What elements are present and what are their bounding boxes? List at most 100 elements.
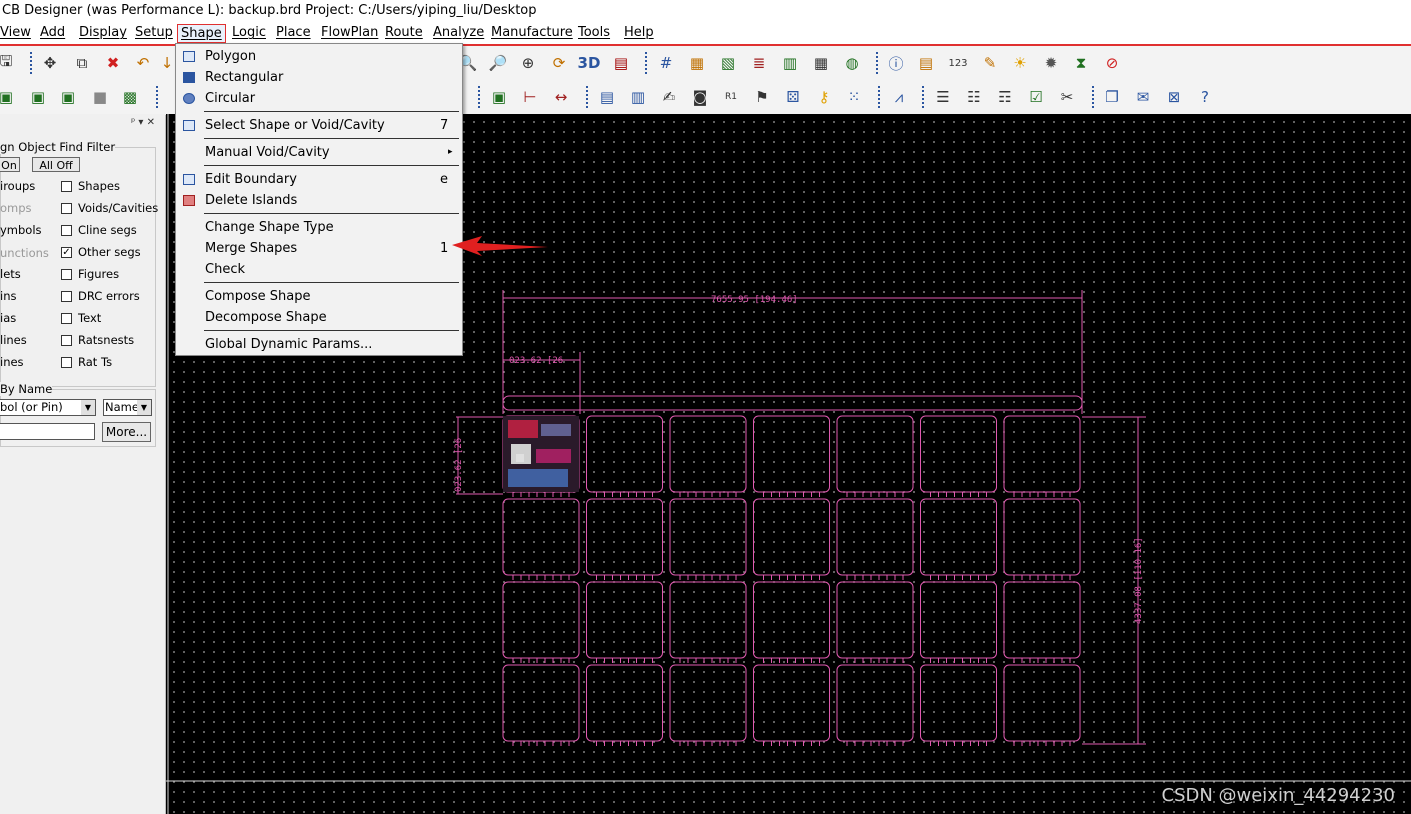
filter-rat-ts-label[interactable]: Rat Ts bbox=[78, 355, 112, 369]
cline-segs-checkbox[interactable] bbox=[61, 225, 72, 236]
filter-clines-label[interactable]: lines bbox=[0, 333, 27, 347]
voids-checkbox[interactable] bbox=[61, 203, 72, 214]
flag-icon[interactable]: ⚑ bbox=[750, 85, 774, 109]
name-mode-select[interactable]: Name ▼ bbox=[103, 399, 152, 416]
board-icon[interactable]: ▣ bbox=[0, 85, 18, 109]
menu-check[interactable]: Check bbox=[176, 259, 462, 280]
window-icon[interactable]: ❐ bbox=[1100, 85, 1124, 109]
brush-icon[interactable]: ✎ bbox=[978, 51, 1002, 75]
report-icon[interactable]: ▤ bbox=[914, 51, 938, 75]
filter-ratsnests-label[interactable]: Ratsnests bbox=[78, 333, 134, 347]
menu-shape[interactable]: Shape bbox=[177, 24, 226, 43]
dimension-h-icon[interactable]: ↔ bbox=[549, 85, 573, 109]
copy-icon[interactable]: ⧉ bbox=[70, 51, 94, 75]
filter-other-segs-label[interactable]: Other segs bbox=[78, 245, 141, 259]
signal-icon[interactable]: ⩘ bbox=[887, 85, 911, 109]
all-off-button[interactable]: All Off bbox=[32, 157, 80, 172]
array-icon[interactable]: ⁙ bbox=[842, 85, 866, 109]
menu-manual-void[interactable]: Manual Void/Cavity ▸ bbox=[176, 142, 462, 163]
menu-merge-shapes[interactable]: Merge Shapes 1 bbox=[176, 238, 462, 259]
3d-view-icon[interactable]: 3D bbox=[577, 51, 601, 75]
sun-icon[interactable]: ☀ bbox=[1008, 51, 1032, 75]
filter-comps-label[interactable]: omps bbox=[0, 201, 32, 215]
checklist-3-icon[interactable]: ☶ bbox=[993, 85, 1017, 109]
verify-icon[interactable]: ☑ bbox=[1024, 85, 1048, 109]
menu-flowplan[interactable]: FlowPlan bbox=[318, 24, 381, 41]
menu-circular[interactable]: Circular bbox=[176, 88, 462, 109]
stop-icon[interactable]: ⊘ bbox=[1100, 51, 1124, 75]
refresh-icon[interactable]: ⟳ bbox=[547, 51, 571, 75]
script-icon[interactable]: ✍ bbox=[657, 85, 681, 109]
menu-polygon[interactable]: Polygon bbox=[176, 46, 462, 67]
zoom-out-icon[interactable]: ⊕ bbox=[516, 51, 540, 75]
move-icon[interactable]: ✥ bbox=[38, 51, 62, 75]
checklist-2-icon[interactable]: ☷ bbox=[962, 85, 986, 109]
filter-symbols-label[interactable]: ymbols bbox=[0, 223, 42, 237]
odb-icon[interactable]: ▤ bbox=[595, 85, 619, 109]
key-icon[interactable]: ⚷ bbox=[812, 85, 836, 109]
dfa-icon[interactable]: ▦ bbox=[809, 51, 833, 75]
filter-text-label[interactable]: Text bbox=[78, 311, 101, 325]
filter-drc-errors-label[interactable]: DRC errors bbox=[78, 289, 140, 303]
zoom-in-icon[interactable]: 🔎 bbox=[486, 51, 510, 75]
dice-icon[interactable]: ⚄ bbox=[781, 85, 805, 109]
blank-icon[interactable]: ■ bbox=[88, 85, 112, 109]
menu-tools[interactable]: Tools bbox=[575, 24, 613, 41]
save-icon[interactable]: 🖫 bbox=[0, 51, 18, 75]
filter-voids-label[interactable]: Voids/Cavities bbox=[78, 201, 158, 215]
dimension-v-icon[interactable]: ⊢ bbox=[518, 85, 542, 109]
tool-icon[interactable]: ✂ bbox=[1055, 85, 1079, 109]
menu-select-shape[interactable]: Select Shape or Void/Cavity 7 bbox=[176, 115, 462, 136]
layer-icon[interactable]: ▧ bbox=[716, 51, 740, 75]
filter-shapes-label[interactable]: Shapes bbox=[78, 179, 120, 193]
figures-checkbox[interactable] bbox=[61, 269, 72, 280]
menu-edit-boundary[interactable]: Edit Boundary e bbox=[176, 169, 462, 190]
package-icon[interactable]: ▩ bbox=[118, 85, 142, 109]
text-checkbox[interactable] bbox=[61, 313, 72, 324]
filter-groups-label[interactable]: iroups bbox=[0, 179, 35, 193]
more-button[interactable]: More... bbox=[102, 422, 151, 442]
object-type-select[interactable]: bol (or Pin) ▼ bbox=[0, 399, 96, 416]
menu-place[interactable]: Place bbox=[273, 24, 314, 41]
undo-icon[interactable]: ↶ bbox=[131, 51, 155, 75]
menu-change-shape-type[interactable]: Change Shape Type bbox=[176, 217, 462, 238]
menu-rectangular[interactable]: Rectangular bbox=[176, 67, 462, 88]
menu-global-dynamic-params[interactable]: Global Dynamic Params... bbox=[176, 334, 462, 355]
menu-setup[interactable]: Setup bbox=[132, 24, 176, 41]
menu-route[interactable]: Route bbox=[382, 24, 426, 41]
measure-icon[interactable]: 123 bbox=[946, 51, 970, 75]
menu-analyze[interactable]: Analyze bbox=[430, 24, 487, 41]
checklist-icon[interactable]: ☰ bbox=[931, 85, 955, 109]
menu-view[interactable]: View bbox=[0, 24, 34, 41]
camera-icon[interactable]: ◙ bbox=[688, 85, 712, 109]
globe-icon[interactable]: ◍ bbox=[840, 51, 864, 75]
menu-compose-shape[interactable]: Compose Shape bbox=[176, 286, 462, 307]
ratsnests-checkbox[interactable] bbox=[61, 335, 72, 346]
info-icon[interactable]: ⓘ bbox=[884, 51, 908, 75]
rat-ts-checkbox[interactable] bbox=[61, 357, 72, 368]
filter-vias-label[interactable]: ias bbox=[0, 311, 16, 325]
grid-icon[interactable]: # bbox=[654, 51, 678, 75]
menu-display[interactable]: Display bbox=[76, 24, 130, 41]
shadow-icon[interactable]: ✹ bbox=[1039, 51, 1063, 75]
mail-icon[interactable]: ✉ bbox=[1131, 85, 1155, 109]
color-icon[interactable]: ▦ bbox=[685, 51, 709, 75]
menu-manufacture[interactable]: Manufacture bbox=[488, 24, 576, 41]
cm-icon[interactable]: ▥ bbox=[778, 51, 802, 75]
flip-icon[interactable]: ▤ bbox=[609, 51, 633, 75]
filter-figures-label[interactable]: Figures bbox=[78, 267, 119, 281]
menu-help[interactable]: Help bbox=[621, 24, 657, 41]
hourglass-icon[interactable]: ⧗ bbox=[1069, 51, 1093, 75]
board-fill-icon[interactable]: ▣ bbox=[56, 85, 80, 109]
shapes-checkbox[interactable] bbox=[61, 181, 72, 192]
delete-icon[interactable]: ✖ bbox=[101, 51, 125, 75]
board-outline-icon[interactable]: ▣ bbox=[26, 85, 50, 109]
panel-controls[interactable]: ᵖ ▾ ✕ bbox=[131, 117, 155, 128]
revision-icon[interactable]: R1 bbox=[719, 85, 743, 109]
filter-nets-label[interactable]: lets bbox=[0, 267, 21, 281]
filter-lines-label[interactable]: ines bbox=[0, 355, 24, 369]
filter-cline-segs-label[interactable]: Cline segs bbox=[78, 223, 137, 237]
menu-decompose-shape[interactable]: Decompose Shape bbox=[176, 307, 462, 328]
filter-functions-label[interactable]: unctions bbox=[0, 246, 49, 260]
all-on-button[interactable]: On bbox=[0, 157, 20, 172]
